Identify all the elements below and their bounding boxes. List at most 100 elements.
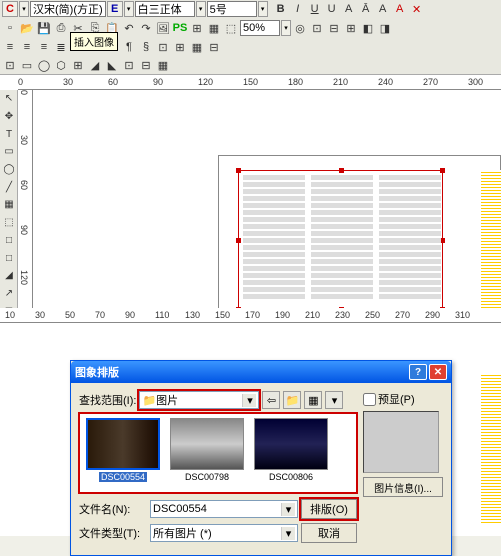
cancel-button[interactable]: 取消	[301, 523, 357, 543]
font-e-button[interactable]: E	[107, 1, 123, 17]
preview-label: 预显(P)	[378, 391, 415, 407]
clear-format-button[interactable]: ✕	[409, 1, 425, 17]
thumb-2[interactable]: DSC00798	[168, 418, 246, 488]
tool-icon-2[interactable]: ▦	[206, 20, 222, 36]
justify-icon[interactable]: ≣	[53, 39, 69, 55]
lookfor-combo[interactable]: 📁 图片 ▾	[139, 391, 259, 409]
font-c-button[interactable]: C	[2, 1, 18, 17]
thumb-1[interactable]: DSC00554	[84, 418, 162, 488]
filename-input[interactable]: DSC00554▾	[150, 500, 298, 518]
font-family-2[interactable]: 白三正体	[135, 1, 195, 17]
frame-tool[interactable]: ⬚	[1, 215, 17, 231]
preview-checkbox[interactable]	[363, 393, 376, 406]
folder-icon: 📁	[142, 394, 156, 407]
obj-icon-1[interactable]: ⊡	[2, 57, 18, 73]
undo-icon[interactable]: ↶	[121, 20, 137, 36]
up-folder-button[interactable]: ⇦	[262, 391, 280, 409]
para-icon-5[interactable]: ▦	[189, 39, 205, 55]
filetype-combo[interactable]: 所有图片 (*)▾	[150, 524, 298, 542]
open-icon[interactable]: 📂	[19, 20, 35, 36]
tool-icon-6[interactable]: ⊟	[326, 20, 342, 36]
align-right-icon[interactable]: ≡	[36, 39, 52, 55]
poly-tool[interactable]: ◢	[1, 268, 17, 284]
ruler-horizontal: 0306090120150180210240270300	[18, 75, 501, 90]
image-info-button[interactable]: 图片信息(I)...	[363, 477, 443, 497]
tool-icon-9[interactable]: ◨	[377, 20, 393, 36]
para-icon-1[interactable]: ¶	[121, 39, 137, 55]
tool-icon-1[interactable]: ⊞	[189, 20, 205, 36]
font-e-dropdown[interactable]	[124, 1, 134, 17]
tool-icon-7[interactable]: ⊞	[343, 20, 359, 36]
ellipse-tool[interactable]: ◯	[1, 162, 17, 178]
filename-arrow[interactable]: ▾	[281, 503, 295, 516]
view-menu-button[interactable]: ▾	[325, 391, 343, 409]
ps-button[interactable]: PS	[172, 20, 188, 36]
obj-icon-4[interactable]: ⬡	[53, 57, 69, 73]
view-button[interactable]: ▦	[304, 391, 322, 409]
new-icon[interactable]: ▫	[2, 20, 18, 36]
filetype-arrow[interactable]: ▾	[281, 527, 295, 540]
dialog-close-button[interactable]: ✕	[429, 364, 447, 380]
filename-label: 文件名(N):	[79, 501, 147, 517]
bold-button[interactable]: B	[273, 1, 289, 17]
align-left-icon[interactable]: ≡	[2, 39, 18, 55]
insert-image-icon[interactable]: 🖼	[155, 20, 171, 36]
obj-icon-5[interactable]: ⊞	[70, 57, 86, 73]
page-canvas[interactable]	[33, 90, 501, 320]
zoom-select[interactable]: 50%	[240, 20, 280, 36]
ruler-horizontal-2: 1030507090110130150170190210230250270290…	[0, 308, 501, 323]
a2-button[interactable]: Ā	[358, 1, 374, 17]
thumbnail-area[interactable]: DSC00554 DSC00798 DSC00806	[79, 413, 357, 493]
obj-icon-7[interactable]: ◣	[104, 57, 120, 73]
line-tool[interactable]: ╱	[1, 179, 17, 195]
obj-icon-9[interactable]: ⊟	[138, 57, 154, 73]
layout-button[interactable]: 排版(O)	[301, 499, 357, 519]
para-icon-2[interactable]: §	[138, 39, 154, 55]
select-tool[interactable]: ↖	[1, 91, 17, 107]
tool-icon-4[interactable]: ◎	[292, 20, 308, 36]
a1-button[interactable]: A	[341, 1, 357, 17]
para-icon-4[interactable]: ⊞	[172, 39, 188, 55]
underline2-button[interactable]: U	[324, 1, 340, 17]
thumb-3[interactable]: DSC00806	[252, 418, 330, 488]
underline-button[interactable]: U	[307, 1, 323, 17]
zoom-dropdown[interactable]	[281, 20, 291, 36]
a4-button[interactable]: A	[392, 1, 408, 17]
obj-icon-8[interactable]: ⊡	[121, 57, 137, 73]
para-icon-3[interactable]: ⊡	[155, 39, 171, 55]
save-icon[interactable]: 💾	[36, 20, 52, 36]
font-c-dropdown[interactable]	[19, 1, 29, 17]
obj-icon-3[interactable]: ◯	[36, 57, 52, 73]
tooltip: 插入图像	[70, 32, 118, 51]
dialog-help-button[interactable]: ?	[409, 364, 427, 380]
obj-icon-6[interactable]: ◢	[87, 57, 103, 73]
new-folder-button[interactable]: 📁	[283, 391, 301, 409]
text-frame[interactable]	[238, 170, 443, 310]
para-icon-6[interactable]: ⊟	[206, 39, 222, 55]
text-tool[interactable]: T	[1, 126, 17, 142]
move-tool[interactable]: ✥	[1, 109, 17, 125]
redo-icon[interactable]: ↷	[138, 20, 154, 36]
obj-icon-2[interactable]: ▭	[19, 57, 35, 73]
box2-tool[interactable]: □	[1, 250, 17, 266]
font-size-input[interactable]	[207, 1, 257, 17]
tool-icon-3[interactable]: ⬚	[223, 20, 239, 36]
font-family-1[interactable]: 汉宋(简)(方正)	[30, 1, 106, 17]
obj-icon-10[interactable]: ▦	[155, 57, 171, 73]
align-center-icon[interactable]: ≡	[19, 39, 35, 55]
tool-icon-5[interactable]: ⊡	[309, 20, 325, 36]
box-tool[interactable]: □	[1, 233, 17, 249]
rect-tool[interactable]: ▭	[1, 144, 17, 160]
a3-button[interactable]: A	[375, 1, 391, 17]
lookfor-arrow[interactable]: ▾	[242, 394, 256, 407]
dialog-titlebar[interactable]: 图象排版 ? ✕	[71, 361, 451, 383]
arrow-tool[interactable]: ↗	[1, 286, 17, 302]
print-icon[interactable]: ⎙	[53, 20, 69, 36]
grid-tool[interactable]: ▦	[1, 197, 17, 213]
italic-button[interactable]: I	[290, 1, 306, 17]
lookfor-value: 图片	[156, 392, 178, 408]
font2-dropdown[interactable]	[196, 1, 206, 17]
tool-icon-8[interactable]: ◧	[360, 20, 376, 36]
thumb-2-caption: DSC00798	[183, 472, 231, 482]
size-dropdown[interactable]	[258, 1, 268, 17]
